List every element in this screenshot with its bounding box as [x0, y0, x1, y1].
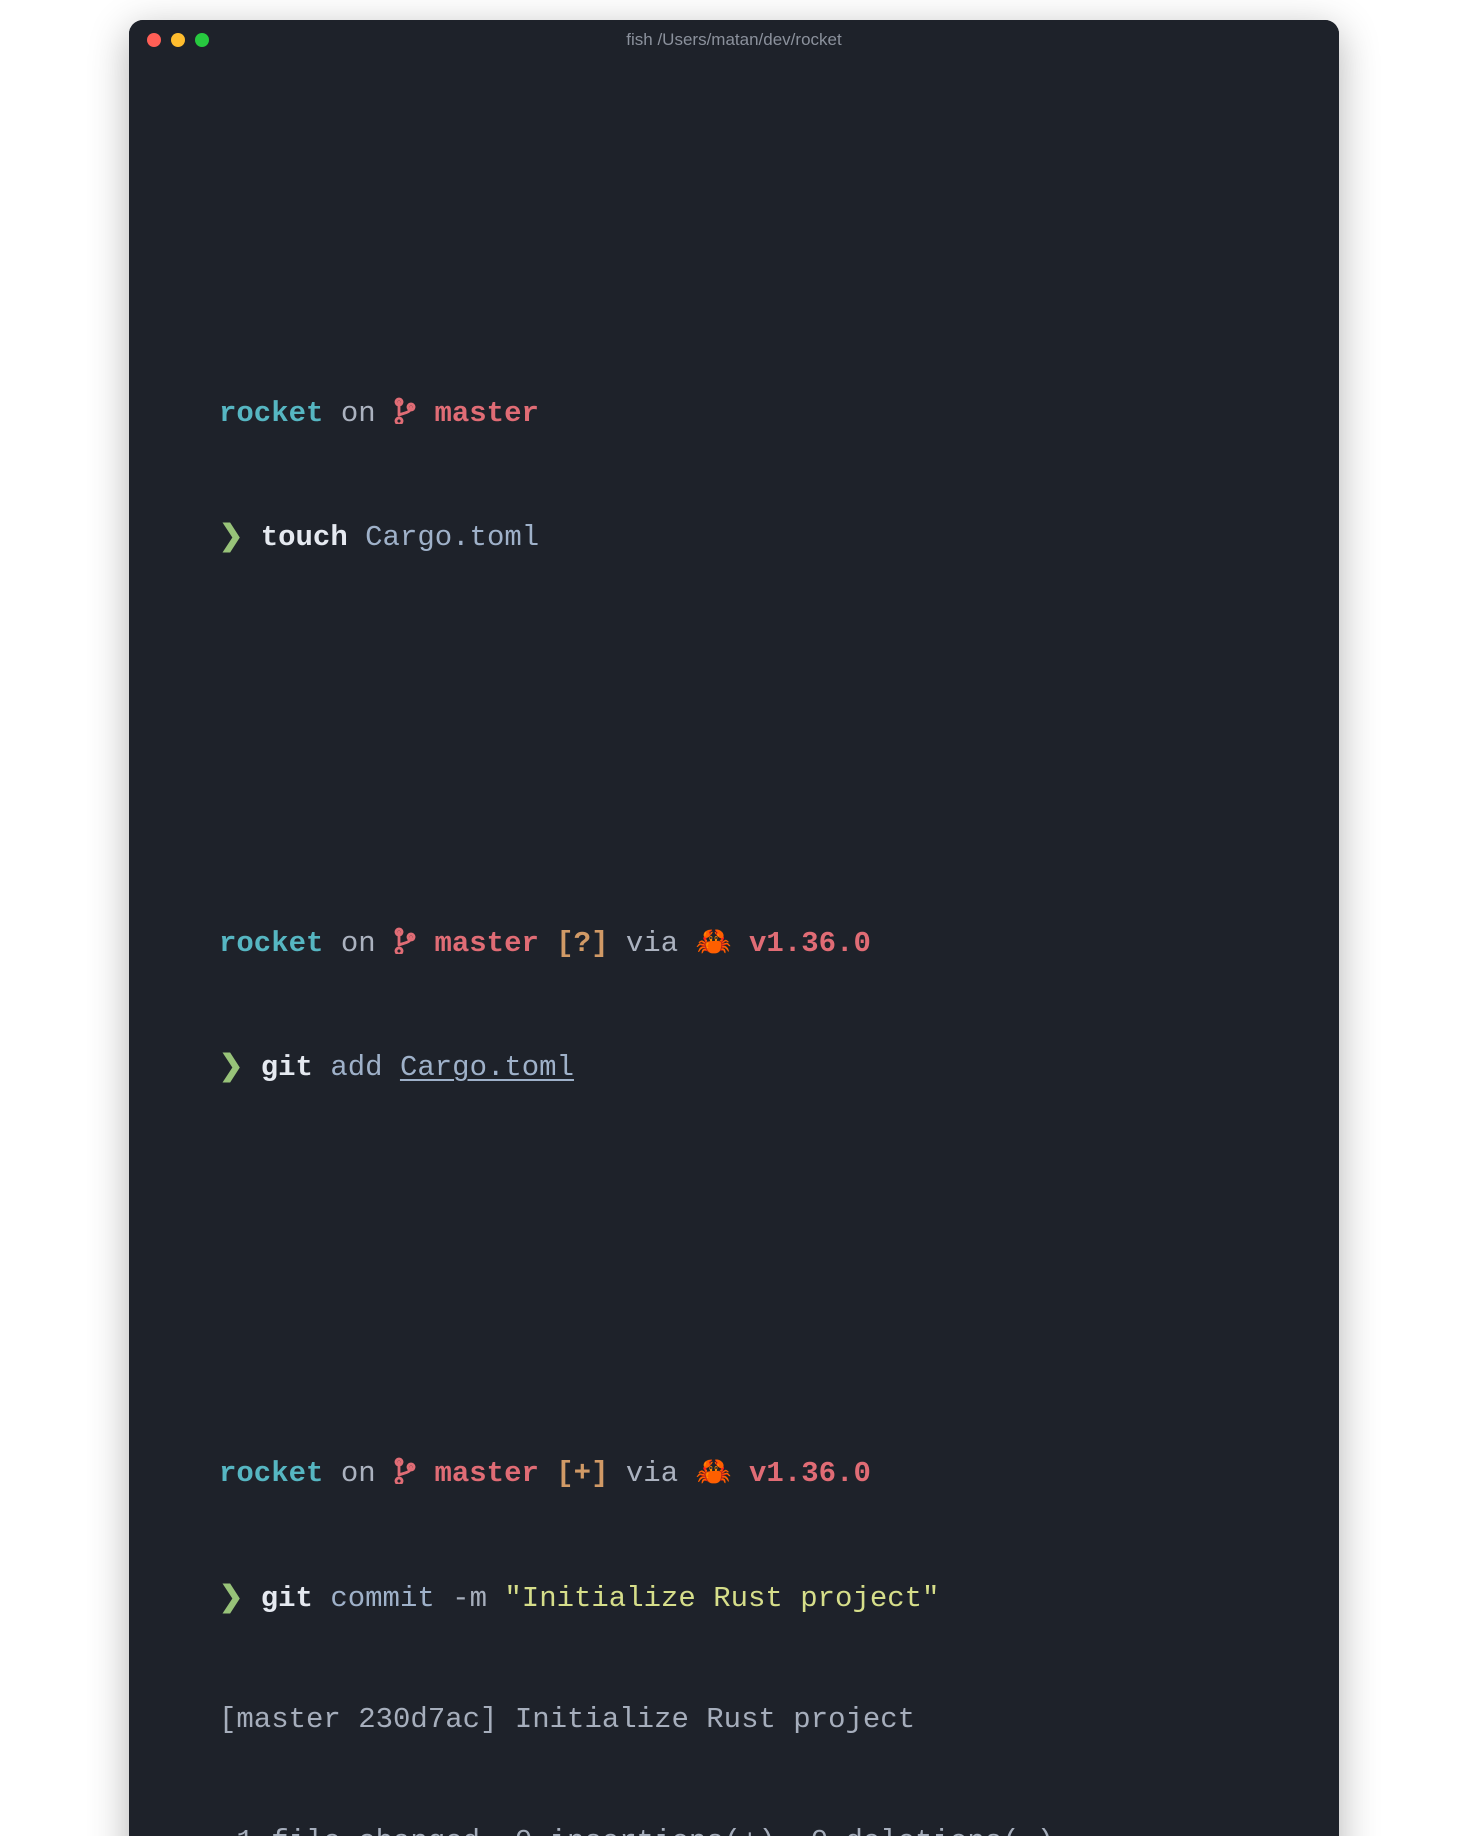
prompt-version: v1.36.0	[732, 927, 871, 960]
terminal-block: rocket on master [?] via 🦀 v1.36.0 ❯ git…	[219, 843, 1269, 1171]
prompt-version: v1.36.0	[732, 1457, 871, 1490]
prompt-branch	[417, 397, 434, 430]
traffic-lights	[147, 33, 209, 47]
zoom-icon[interactable]	[195, 33, 209, 47]
terminal-window: fish /Users/matan/dev/rocket rocket on m…	[129, 20, 1339, 1836]
prompt-branch-name: master	[434, 1457, 538, 1490]
command-name: git	[261, 1051, 313, 1084]
terminal-body[interactable]: rocket on master ❯ touch Cargo.toml rock…	[129, 60, 1339, 1836]
command-name: touch	[261, 521, 348, 554]
rust-crab-icon: 🦀	[696, 1454, 732, 1495]
output-line: [master 230d7ac] Initialize Rust project	[219, 1700, 1269, 1741]
prompt-dir: rocket	[219, 397, 323, 430]
git-branch-icon	[393, 1456, 417, 1498]
prompt-line: rocket on master [?] via 🦀 v1.36.0	[219, 924, 1269, 968]
prompt-line: rocket on master [+] via 🦀 v1.36.0	[219, 1454, 1269, 1498]
command-line: ❯ touch Cargo.toml	[219, 518, 1269, 559]
prompt-chevron-icon: ❯	[219, 1582, 243, 1615]
command-flag: -m	[452, 1582, 504, 1615]
output-line: 1 file changed, 0 insertions(+), 0 delet…	[219, 1822, 1269, 1836]
prompt-git-status: [?]	[539, 927, 609, 960]
git-branch-icon	[393, 396, 417, 438]
terminal-block: rocket on master [+] via 🦀 v1.36.0 ❯ git…	[219, 1373, 1269, 1836]
prompt-branch-name: master	[434, 927, 538, 960]
command-name: git	[261, 1582, 313, 1615]
prompt-branch-name: master	[434, 397, 538, 430]
close-icon[interactable]	[147, 33, 161, 47]
prompt-on: on	[323, 927, 393, 960]
prompt-on: on	[323, 1457, 393, 1490]
command-line: ❯ git add Cargo.toml	[219, 1048, 1269, 1089]
command-arg: commit	[313, 1582, 452, 1615]
git-branch-icon	[393, 926, 417, 968]
command-string: "Initialize Rust project"	[504, 1582, 939, 1615]
prompt-via: via	[609, 927, 696, 960]
prompt-chevron-icon: ❯	[219, 521, 243, 554]
minimize-icon[interactable]	[171, 33, 185, 47]
prompt-line: rocket on master	[219, 394, 1269, 438]
command-arg-underlined: Cargo.toml	[400, 1051, 574, 1084]
title-bar: fish /Users/matan/dev/rocket	[129, 20, 1339, 60]
command-line: ❯ git commit -m "Initialize Rust project…	[219, 1579, 1269, 1620]
prompt-git-status: [+]	[539, 1457, 609, 1490]
prompt-on: on	[323, 397, 393, 430]
window-title: fish /Users/matan/dev/rocket	[129, 30, 1339, 50]
command-arg: Cargo.toml	[348, 521, 539, 554]
prompt-dir: rocket	[219, 1457, 323, 1490]
command-arg: add	[313, 1051, 400, 1084]
prompt-via: via	[609, 1457, 696, 1490]
prompt-chevron-icon: ❯	[219, 1051, 243, 1084]
prompt-dir: rocket	[219, 927, 323, 960]
terminal-block: rocket on master ❯ touch Cargo.toml	[219, 312, 1269, 640]
rust-crab-icon: 🦀	[696, 924, 732, 965]
